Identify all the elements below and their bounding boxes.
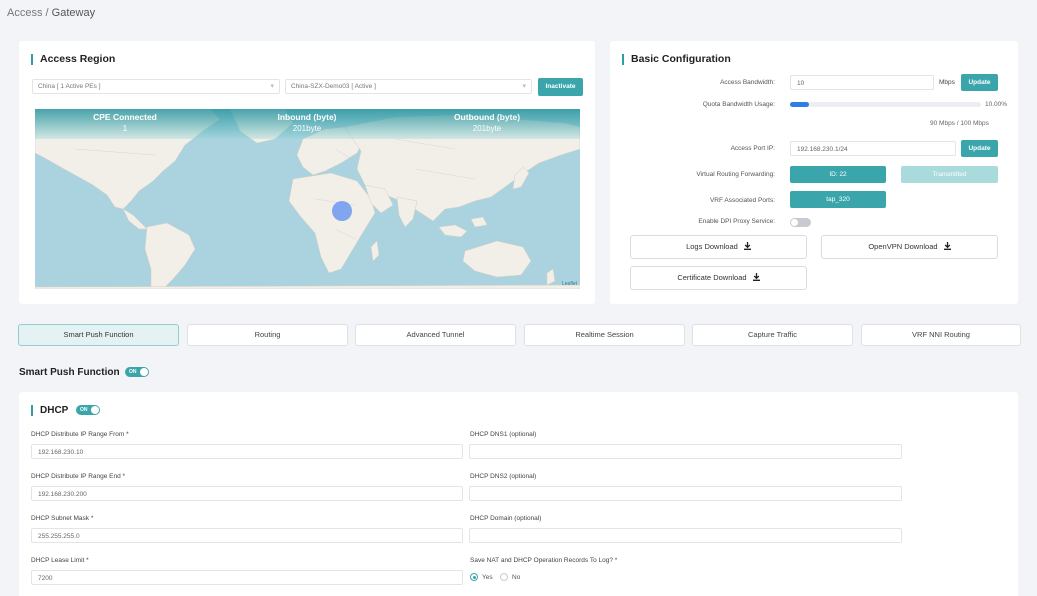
bandwidth-label: Access Bandwidth: <box>720 79 775 86</box>
tab-capture-traffic[interactable]: Capture Traffic <box>692 324 853 346</box>
pe-select-value: China-SZX-Demo03 [ Active ] <box>291 83 376 90</box>
toggle-text: ON <box>80 407 88 413</box>
breadcrumb-access-link[interactable]: Access <box>7 7 42 19</box>
dhcp-title: DHCP <box>31 405 68 416</box>
smart-push-title: Smart Push Function <box>19 367 120 378</box>
region-select[interactable]: China [ 1 Active PEs ] ▾ <box>32 79 280 94</box>
dhcp-lease-label: DHCP Lease Limit * <box>31 557 89 564</box>
stat-value: 1 <box>122 124 128 133</box>
map-stats-overlay: CPE Connected 1 Inbound (byte) 201byte O… <box>35 109 580 139</box>
stat-label: Inbound (byte) <box>277 112 337 122</box>
breadcrumb-separator: / <box>45 7 49 19</box>
toggle-knob <box>140 368 148 376</box>
download-icon <box>943 242 951 251</box>
stat-value: 201byte <box>472 124 502 133</box>
logs-download-button[interactable]: Logs Download <box>630 235 807 259</box>
access-region-title: Access Region <box>31 54 115 65</box>
toggle-knob <box>791 219 798 226</box>
dhcp-subnet-input[interactable]: 255.255.255.0 <box>31 528 463 543</box>
chevron-down-icon: ▾ <box>270 83 274 90</box>
dhcp-range-end-label: DHCP Distribute IP Range End * <box>31 473 126 480</box>
dhcp-domain-label: DHCP Domain (optional) <box>470 515 542 522</box>
dhcp-lease-input[interactable]: 7200 <box>31 570 463 585</box>
dpi-label: Enable DPI Proxy Service: <box>698 218 775 225</box>
vrf-id-badge: ID: 22 <box>790 166 886 183</box>
download-icon <box>752 273 760 282</box>
bandwidth-input[interactable]: 10 <box>790 75 934 90</box>
chevron-down-icon: ▾ <box>522 83 526 90</box>
dhcp-dns2-input[interactable] <box>469 486 902 501</box>
dhcp-dns1-input[interactable] <box>469 444 902 459</box>
vrf-port-badge[interactable]: tap_320 <box>790 191 886 208</box>
dhcp-subnet-label: DHCP Subnet Mask * <box>31 515 94 522</box>
dpi-toggle[interactable] <box>790 218 811 227</box>
vrf-ports-label: VRF Associated Ports: <box>709 197 775 204</box>
log-yes-radio[interactable] <box>470 573 478 581</box>
vrf-status-badge: Transmitted <box>901 166 998 183</box>
dhcp-dns2-label: DHCP DNS2 (optional) <box>470 473 537 480</box>
map-attribution-link[interactable]: Leaflet <box>562 281 577 287</box>
bandwidth-update-button[interactable]: Update <box>961 74 998 91</box>
log-no-radio[interactable] <box>500 573 508 581</box>
vrf-label: Virtual Routing Forwarding: <box>696 171 775 178</box>
log-yes-label: Yes <box>482 574 493 581</box>
dhcp-range-from-label: DHCP Distribute IP Range From * <box>31 431 129 438</box>
certificate-download-label: Certificate Download <box>677 273 747 282</box>
smart-push-toggle[interactable]: ON <box>125 367 149 377</box>
openvpn-download-button[interactable]: OpenVPN Download <box>821 235 998 259</box>
region-map[interactable]: CPE Connected 1 Inbound (byte) 201byte O… <box>35 109 580 289</box>
tab-realtime-session[interactable]: Realtime Session <box>524 324 685 346</box>
quota-progress-bar <box>790 102 981 107</box>
quota-label: Quota Bandwidth Usage: <box>702 101 775 108</box>
port-ip-label: Access Port IP: <box>730 145 775 152</box>
tab-smart-push-function[interactable]: Smart Push Function <box>18 324 179 346</box>
port-ip-input[interactable]: 192.168.230.1/24 <box>790 141 956 156</box>
dhcp-toggle[interactable]: ON <box>76 405 100 415</box>
dhcp-domain-input[interactable] <box>469 528 902 543</box>
stat-label: Outbound (byte) <box>453 112 521 122</box>
log-no-label: No <box>512 574 521 581</box>
tab-advanced-tunnel[interactable]: Advanced Tunnel <box>355 324 516 346</box>
breadcrumb-current: Gateway <box>51 7 96 19</box>
stat-cpe-connected: CPE Connected 1 <box>75 112 175 133</box>
quota-detail: 90 Mbps / 100 Mbps <box>930 120 989 127</box>
toggle-text: ON <box>129 369 137 375</box>
pe-location-marker[interactable] <box>332 201 352 221</box>
dhcp-range-end-input[interactable]: 192.168.230.200 <box>31 486 463 501</box>
region-select-value: China [ 1 Active PEs ] <box>38 83 101 90</box>
toggle-knob <box>91 406 99 414</box>
certificate-download-button[interactable]: Certificate Download <box>630 266 807 290</box>
basic-config-title: Basic Configuration <box>622 54 731 65</box>
stat-inbound: Inbound (byte) 201byte <box>257 112 357 133</box>
stat-label: CPE Connected <box>93 112 157 122</box>
port-ip-update-button[interactable]: Update <box>961 140 998 157</box>
stat-outbound: Outbound (byte) 201byte <box>437 112 537 133</box>
tab-routing[interactable]: Routing <box>187 324 348 346</box>
dhcp-log-label: Save NAT and DHCP Operation Records To L… <box>470 557 618 564</box>
pe-select[interactable]: China-SZX-Demo03 [ Active ] ▾ <box>285 79 532 94</box>
dhcp-range-from-input[interactable]: 192.168.230.10 <box>31 444 463 459</box>
openvpn-download-label: OpenVPN Download <box>868 242 938 251</box>
quota-percent: 10.00% <box>985 101 1008 108</box>
stat-value: 201byte <box>292 124 322 133</box>
logs-download-label: Logs Download <box>686 242 738 251</box>
bandwidth-unit: Mbps <box>939 79 955 86</box>
inactivate-button[interactable]: Inactivate <box>538 78 583 96</box>
breadcrumb: Access / Gateway <box>7 7 95 19</box>
dhcp-dns1-label: DHCP DNS1 (optional) <box>470 431 537 438</box>
quota-progress-fill <box>790 102 810 107</box>
tab-vrf-nni-routing[interactable]: VRF NNI Routing <box>861 324 1021 346</box>
download-icon <box>743 242 751 251</box>
